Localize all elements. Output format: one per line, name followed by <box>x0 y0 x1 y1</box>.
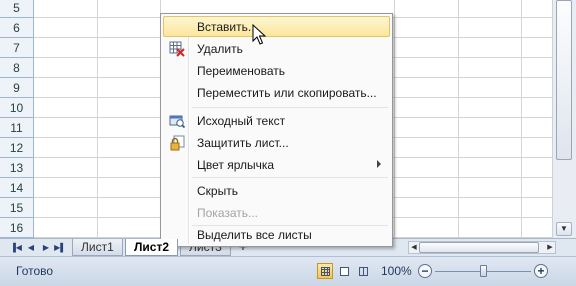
row-header[interactable]: 8 <box>0 58 34 78</box>
menu-item-move-copy[interactable]: Переместить или скопировать... <box>163 82 390 103</box>
menu-item-label: Показать... <box>197 206 259 220</box>
zoom-in-button[interactable]: + <box>534 264 548 278</box>
page-break-view-button[interactable] <box>355 263 371 279</box>
row-header[interactable]: 11 <box>0 118 34 138</box>
status-bar: Готово 100% − + <box>0 256 576 286</box>
menu-item-unhide: Показать... <box>163 202 390 223</box>
vertical-scrollbar[interactable]: ▼ <box>552 0 576 238</box>
menu-item-label: Скрыть <box>197 184 238 198</box>
sheet-tab[interactable]: Лист1 <box>72 239 123 256</box>
row-header[interactable]: 14 <box>0 178 34 198</box>
row-header[interactable]: 6 <box>0 18 34 38</box>
last-sheet-icon[interactable]: ▶▌ <box>54 241 66 254</box>
menu-item-label: Защитить лист... <box>197 136 289 150</box>
row-header[interactable]: 16 <box>0 218 34 238</box>
menu-item-label: Переместить или скопировать... <box>197 86 377 100</box>
row-header[interactable]: 10 <box>0 98 34 118</box>
row-header[interactable]: 9 <box>0 78 34 98</box>
menu-item-hide[interactable]: Скрыть <box>163 180 390 201</box>
menu-item-label: Исходный текст <box>197 114 286 128</box>
delete-sheet-icon <box>169 41 185 57</box>
horizontal-scroll-thumb[interactable] <box>419 242 539 253</box>
menu-item-select-all-sheets[interactable]: Выделить все листы <box>163 224 390 245</box>
menu-item-label: Выделить все листы <box>197 228 312 242</box>
normal-view-button[interactable] <box>317 263 333 279</box>
menu-item-label: Вставить... <box>197 20 258 34</box>
row-header[interactable]: 5 <box>0 0 34 18</box>
menu-item-tab-color[interactable]: Цвет ярлычка <box>163 154 390 175</box>
view-code-icon <box>169 115 185 129</box>
menu-item-label: Цвет ярлычка <box>197 158 275 172</box>
page-layout-icon <box>340 267 349 276</box>
menu-item-delete[interactable]: Удалить <box>163 38 390 59</box>
scroll-left-button[interactable]: ◀ <box>409 242 419 253</box>
prev-sheet-icon[interactable]: ◀ <box>25 241 37 254</box>
menu-separator <box>192 177 388 178</box>
menu-item-protect-sheet[interactable]: Защитить лист... <box>163 132 390 153</box>
zoom-out-button[interactable]: − <box>418 264 432 278</box>
menu-item-insert[interactable]: Вставить... <box>163 16 390 37</box>
sheet-context-menu: Вставить... Удалить Переименовать Переме… <box>160 13 393 247</box>
status-text: Готово <box>16 264 54 278</box>
protect-sheet-icon <box>170 135 185 151</box>
first-sheet-icon[interactable]: ▐◀ <box>10 241 22 254</box>
zoom-slider-thumb[interactable] <box>480 265 487 277</box>
zoom-level[interactable]: 100% <box>381 264 412 278</box>
horizontal-scrollbar[interactable]: ◀ ▶ <box>408 241 556 254</box>
sheet-tab-active[interactable]: Лист2 <box>125 239 179 256</box>
normal-view-icon <box>321 267 330 276</box>
row-header[interactable]: 15 <box>0 198 34 218</box>
page-layout-view-button[interactable] <box>336 263 352 279</box>
menu-item-label: Удалить <box>197 42 243 56</box>
menu-item-rename[interactable]: Переименовать <box>163 60 390 81</box>
scroll-right-button[interactable]: ▶ <box>545 242 555 253</box>
menu-separator <box>192 107 388 108</box>
mouse-cursor-icon <box>252 24 266 45</box>
menu-item-view-code[interactable]: Исходный текст <box>163 110 390 131</box>
next-sheet-icon[interactable]: ▶ <box>40 241 52 254</box>
vertical-scroll-thumb[interactable] <box>556 0 572 160</box>
scroll-down-button[interactable]: ▼ <box>556 222 572 236</box>
menu-item-label: Переименовать <box>197 64 285 78</box>
submenu-arrow-icon <box>377 160 381 168</box>
row-header[interactable]: 12 <box>0 138 34 158</box>
row-header[interactable]: 7 <box>0 38 34 58</box>
page-break-icon <box>359 267 368 276</box>
row-header[interactable]: 13 <box>0 158 34 178</box>
